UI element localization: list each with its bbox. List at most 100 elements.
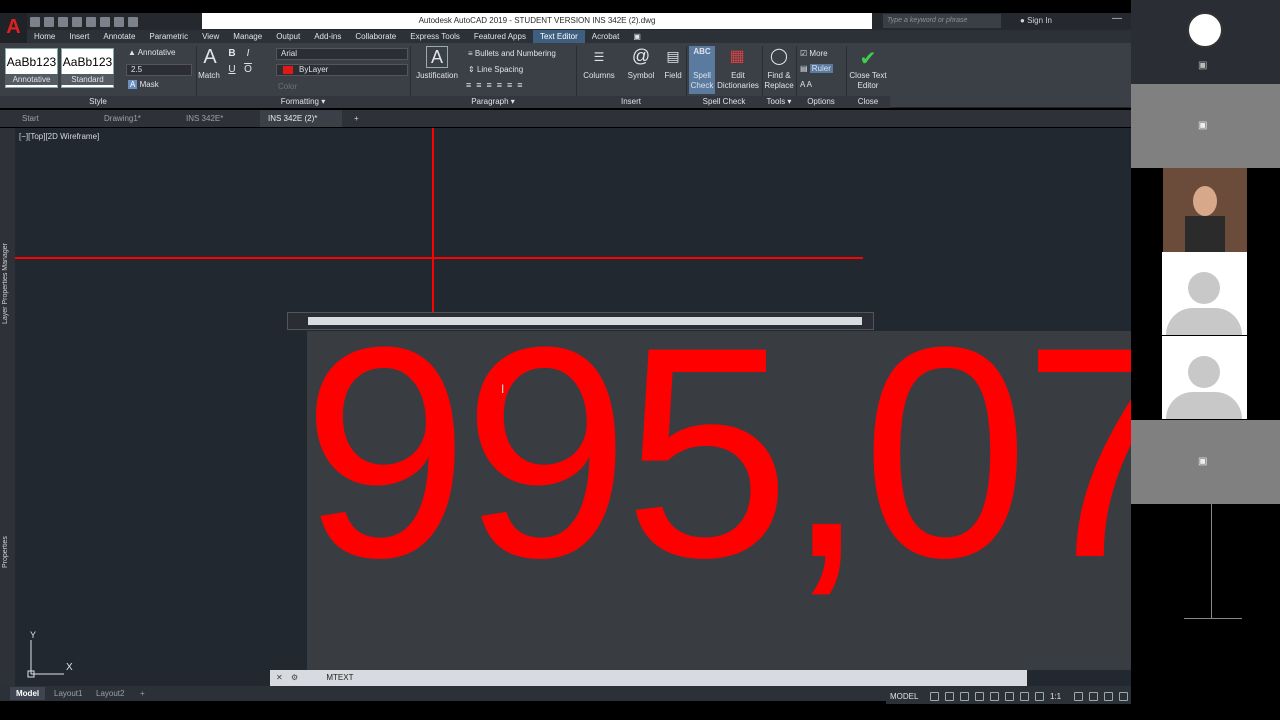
field-icon: ▤	[666, 48, 680, 64]
undo-icon[interactable]	[114, 16, 124, 27]
layout-tab-layout2[interactable]: Layout2	[90, 687, 130, 700]
layer-properties-palette-tab[interactable]: Layer Properties Manager	[2, 224, 14, 324]
minimize-button[interactable]: —	[1103, 13, 1131, 29]
ribbon-tab-collaborate[interactable]: Collaborate	[348, 30, 403, 43]
shirt-shape	[1185, 216, 1225, 252]
gear-icon[interactable]	[1074, 691, 1083, 701]
annotation-visibility-icon[interactable]	[1035, 691, 1044, 701]
ribbon-tab-add-ins[interactable]: Add-ins	[307, 30, 348, 43]
ruler-button[interactable]: ▤ Ruler	[800, 64, 836, 74]
find-replace-button[interactable]: Find & Replace	[764, 71, 794, 91]
polar-icon[interactable]	[975, 691, 984, 701]
save-as-icon[interactable]	[72, 16, 82, 27]
grid-icon[interactable]	[930, 691, 939, 701]
avatar	[1162, 336, 1247, 419]
mtext-content[interactable]: 995,07	[302, 302, 1131, 602]
new-tab-button[interactable]: +	[346, 110, 362, 127]
open-icon[interactable]	[44, 16, 54, 27]
plot-icon[interactable]	[86, 16, 96, 27]
ribbon-tab-home[interactable]: Home	[27, 30, 62, 43]
paragraph-alignment-buttons[interactable]: ≡≡≡≡≡≡	[466, 80, 562, 91]
bullets-numbering-button[interactable]: ≡ Bullets and Numbering	[468, 49, 578, 59]
annotation-scale[interactable]: 1:1	[1050, 692, 1068, 701]
file-tab-ins342e[interactable]: INS 342E*	[178, 110, 258, 127]
annotative-toggle[interactable]: ▲ Annotative	[128, 48, 198, 58]
color-dropdown[interactable]: ByLayer	[276, 64, 408, 76]
justification-button[interactable]: Justification	[412, 71, 462, 81]
ruler-icon: ▤	[800, 64, 810, 73]
more-button[interactable]: ☑ More	[800, 49, 844, 59]
close-text-editor-button[interactable]: Close Text Editor	[846, 71, 890, 91]
ribbon-tab-text-editor[interactable]: Text Editor	[532, 30, 585, 43]
close-cmd-icon[interactable]: ✕	[270, 673, 289, 682]
panel-title-tools[interactable]: Tools ▾	[762, 96, 796, 108]
ribbon-tab-parametric[interactable]: Parametric	[142, 30, 195, 43]
snap-icon[interactable]	[945, 691, 954, 701]
properties-palette-tab[interactable]: Properties	[2, 528, 14, 568]
sign-in-button[interactable]: ● Sign In	[1020, 14, 1100, 28]
redo-icon[interactable]	[128, 16, 138, 27]
ribbon-tab-insert[interactable]: Insert	[62, 30, 96, 43]
file-tab-start[interactable]: Start	[14, 110, 94, 127]
print-icon[interactable]	[100, 16, 110, 27]
ucs-x-label: X	[66, 662, 73, 673]
application-menu-button[interactable]: A	[0, 13, 27, 43]
ribbon-tab-annotate[interactable]: Annotate	[96, 30, 142, 43]
checkmark-icon: ✔	[859, 48, 877, 70]
isolate-icon[interactable]	[1104, 691, 1113, 701]
bold-button[interactable]: B	[226, 48, 238, 59]
avatar-head	[1188, 356, 1220, 388]
obs-logo-icon	[1187, 12, 1223, 48]
command-line[interactable]: ✕ ⚙ MTEXT	[270, 670, 1027, 686]
model-space-button[interactable]: MODEL	[890, 692, 924, 701]
ortho-icon[interactable]	[960, 691, 969, 701]
left-palette-strip	[0, 128, 15, 686]
hardware-accel-icon[interactable]	[1119, 691, 1128, 701]
quick-access-toolbar	[30, 14, 202, 29]
layout-tab-layout1[interactable]: Layout1	[48, 687, 88, 700]
selection-cycling-icon[interactable]	[1020, 691, 1029, 701]
lineweight-icon[interactable]	[1005, 691, 1014, 701]
ribbon-tab-express-tools[interactable]: Express Tools	[403, 30, 467, 43]
wrench-icon[interactable]: ⚙	[291, 673, 304, 682]
ribbon-tab-acrobat[interactable]: Acrobat	[585, 30, 627, 43]
search-input[interactable]: Type a keyword or phrase	[883, 14, 1001, 28]
plus-icon[interactable]	[1089, 691, 1098, 701]
save-icon[interactable]	[58, 16, 68, 27]
field-button[interactable]: Field	[660, 71, 686, 81]
edit-dictionaries-button[interactable]: Edit Dictionaries	[716, 71, 760, 91]
divider-line	[1184, 618, 1242, 619]
line-spacing-button[interactable]: ⇕ Line Spacing	[468, 65, 578, 75]
ribbon-toggle-icon[interactable]: ▣	[626, 30, 648, 43]
underline-button[interactable]: U	[226, 64, 238, 75]
columns-button[interactable]: Columns	[580, 71, 618, 81]
ribbon-tab-manage[interactable]: Manage	[226, 30, 269, 43]
symbol-button[interactable]: Symbol	[624, 71, 658, 81]
ruler-label: Ruler	[809, 64, 833, 73]
match-button[interactable]: Match	[196, 71, 222, 81]
add-layout-button[interactable]: +	[134, 687, 151, 700]
undo-redo-text-icon[interactable]: A A	[800, 80, 830, 90]
file-tab-drawing1[interactable]: Drawing1*	[96, 110, 176, 127]
file-tab-ins342e-2[interactable]: INS 342E (2)*	[260, 110, 342, 127]
panel-title-options: Options	[796, 96, 846, 108]
command-text: MTEXT	[326, 673, 354, 682]
panel-title-paragraph[interactable]: Paragraph ▾	[410, 96, 576, 108]
text-height-field[interactable]: 2.5	[126, 64, 192, 76]
overline-button[interactable]: O	[242, 64, 254, 75]
layout-tab-model[interactable]: Model	[10, 687, 46, 700]
panel-title-insert: Insert	[576, 96, 686, 108]
italic-button[interactable]: I	[242, 48, 254, 59]
new-icon[interactable]	[30, 16, 40, 27]
font-dropdown[interactable]: Arial	[276, 48, 408, 60]
ribbon-tab-featured-apps[interactable]: Featured Apps	[467, 30, 533, 43]
mask-button[interactable]: A Mask	[128, 80, 188, 90]
divider-line	[1211, 504, 1212, 618]
ucs-y-label: Y	[30, 630, 37, 640]
bullets-icon: ≡	[468, 49, 475, 58]
osnap-icon[interactable]	[990, 691, 999, 701]
ribbon-tab-view[interactable]: View	[195, 30, 226, 43]
match-icon: A	[203, 46, 217, 68]
ribbon-tab-output[interactable]: Output	[269, 30, 307, 43]
panel-title-formatting[interactable]: Formatting ▾	[196, 96, 410, 108]
